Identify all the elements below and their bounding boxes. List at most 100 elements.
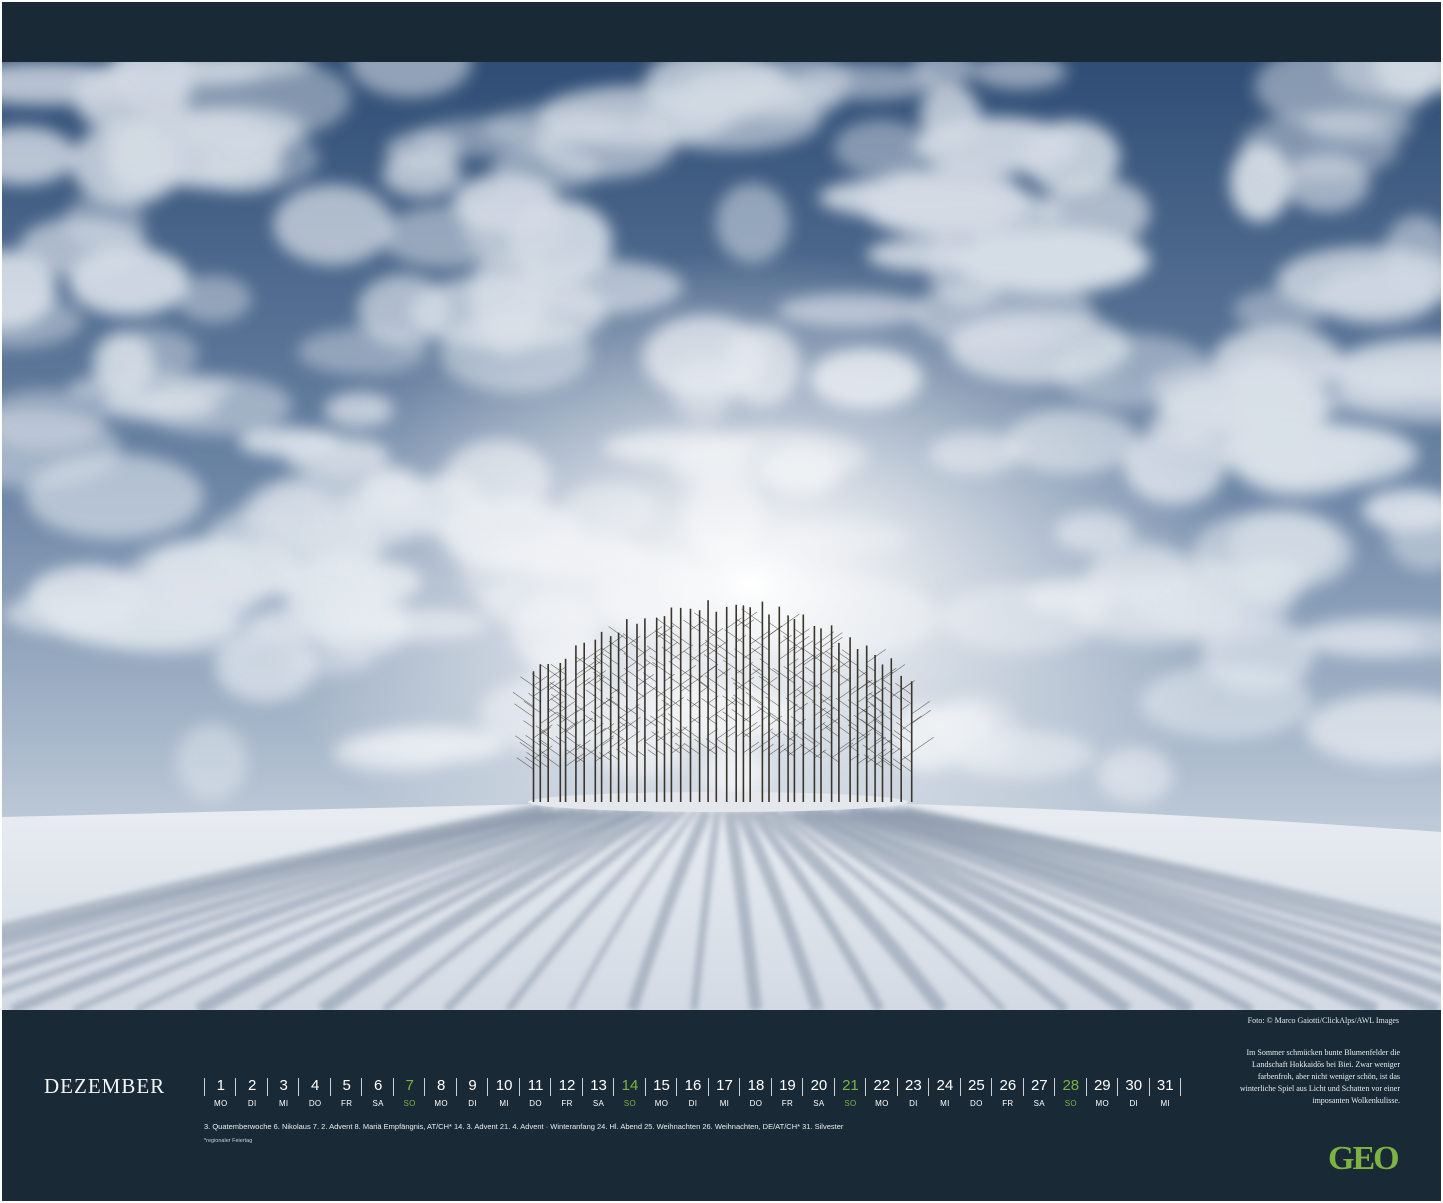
day-cell: 14 SO (615, 1076, 644, 1112)
weekday-label: FR (561, 1099, 573, 1108)
month-title: DEZEMBER (44, 1074, 166, 1098)
day-number: 14 (621, 1077, 639, 1094)
day-number: 7 (405, 1077, 414, 1094)
weekday-label: DI (909, 1099, 918, 1108)
day-cell: 28 SO (1056, 1076, 1085, 1112)
day-number: 17 (716, 1077, 733, 1094)
weekday-label: MO (434, 1099, 448, 1108)
day-separator (644, 1078, 646, 1096)
day-cell: 17 MI (710, 1076, 739, 1112)
day-cell: 6 SA (363, 1076, 392, 1112)
day-cell: 10 MI (489, 1076, 518, 1112)
day-cell: 16 DI (678, 1076, 707, 1112)
day-number: 31 (1156, 1077, 1174, 1094)
day-separator (518, 1078, 520, 1096)
weekday-label: FR (781, 1099, 794, 1108)
day-separator (1148, 1078, 1150, 1096)
day-separator (361, 1078, 363, 1096)
day-cell: 31 MI (1151, 1076, 1180, 1112)
weekday-label: SO (1064, 1099, 1077, 1108)
weekday-label: MI (278, 1099, 289, 1108)
day-separator (676, 1078, 678, 1096)
day-number: 28 (1062, 1077, 1080, 1094)
day-separator (550, 1078, 552, 1096)
day-separator (235, 1078, 237, 1096)
day-separator (1022, 1078, 1024, 1096)
holiday-list: 3. Quatemberwoche 6. Nikolaus 7. 2. Adve… (204, 1122, 844, 1131)
weekday-label: MI (499, 1099, 509, 1108)
day-number: 1 (216, 1077, 225, 1094)
day-cell: 23 DI (899, 1076, 928, 1112)
weekday-label: MO (654, 1099, 669, 1108)
day-separator (707, 1078, 709, 1096)
day-cell: 2 DI (237, 1076, 266, 1112)
day-number: 2 (248, 1077, 257, 1094)
weekday-label: DI (468, 1099, 477, 1108)
weekday-label: DO (970, 1099, 983, 1108)
day-separator (865, 1078, 867, 1096)
day-cell: 11 DO (521, 1076, 550, 1112)
day-separator (896, 1078, 898, 1096)
day-cell: 9 DI (458, 1076, 487, 1112)
day-cell: 1 MO (206, 1076, 235, 1112)
day-separator (298, 1078, 300, 1096)
day-separator (833, 1078, 835, 1096)
weekday-label: DO (529, 1099, 542, 1108)
day-separator (455, 1078, 457, 1096)
day-cell: 30 DI (1119, 1076, 1148, 1112)
day-cell: 12 FR (552, 1076, 581, 1112)
day-separator (1180, 1078, 1181, 1096)
geo-logo: GEO (1328, 1140, 1400, 1177)
weekday-label: DI (688, 1099, 698, 1108)
day-cell: 5 FR (332, 1076, 361, 1112)
weekday-label: FR (341, 1099, 353, 1108)
weekday-label: MO (875, 1099, 889, 1108)
day-number: 25 (968, 1077, 985, 1094)
weekday-label: MI (940, 1099, 950, 1108)
day-number: 23 (905, 1077, 922, 1094)
day-separator (487, 1078, 489, 1096)
day-separator (329, 1078, 331, 1096)
day-separator (928, 1078, 930, 1096)
day-number: 4 (311, 1077, 320, 1094)
day-cell: 8 MO (426, 1076, 455, 1112)
day-number: 6 (373, 1077, 383, 1094)
weekday-label: DO (749, 1099, 763, 1108)
weekday-label: DI (247, 1099, 257, 1108)
day-number: 22 (873, 1077, 891, 1094)
day-separator (392, 1078, 394, 1096)
day-number: 16 (684, 1077, 702, 1094)
day-number: 26 (999, 1077, 1017, 1094)
day-cell: 18 DO (741, 1076, 770, 1112)
day-separator (802, 1078, 804, 1096)
day-separator (424, 1078, 426, 1096)
day-cell: 25 DO (962, 1076, 991, 1112)
day-number: 27 (1030, 1077, 1048, 1094)
weekday-label: SO (844, 1099, 857, 1108)
weekday-label: FR (1002, 1099, 1014, 1108)
day-cell: 3 MI (269, 1076, 298, 1112)
weekday-label: SO (403, 1099, 416, 1108)
day-separator (266, 1078, 268, 1096)
weekday-label: DI (1129, 1099, 1139, 1108)
weekday-label: MO (1095, 1099, 1110, 1108)
day-number: 8 (436, 1077, 446, 1094)
day-number: 9 (468, 1077, 477, 1094)
weekday-label: SO (623, 1099, 637, 1108)
calendar-page: Foto: © Marco Gaiotti/ClickAlps/AWL Imag… (2, 2, 1441, 1201)
day-number: 15 (653, 1077, 670, 1094)
photo-caption: Im Sommer schmücken bunte Blumenfelder d… (1239, 1048, 1400, 1105)
day-number: 11 (527, 1077, 544, 1094)
day-cell: 27 SA (1025, 1076, 1054, 1112)
day-cell: 7 SO (395, 1076, 424, 1112)
day-number: 18 (747, 1077, 765, 1094)
day-separator (613, 1078, 615, 1096)
day-separator (770, 1078, 772, 1096)
weekday-label: MO (213, 1099, 228, 1108)
day-number: 21 (842, 1077, 859, 1094)
day-cell: 20 SA (804, 1076, 833, 1112)
photo-credit: Foto: © Marco Gaiotti/ClickAlps/AWL Imag… (1247, 1016, 1399, 1025)
day-cell: 21 SO (836, 1076, 865, 1112)
day-cell: 19 FR (773, 1076, 802, 1112)
day-cell: 24 MI (930, 1076, 959, 1112)
